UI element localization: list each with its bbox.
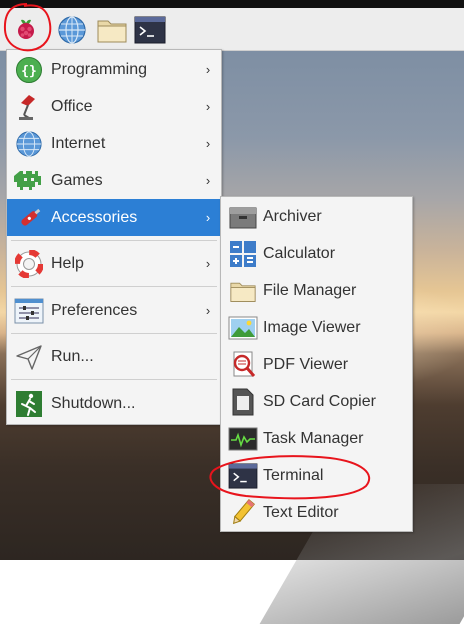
office-icon bbox=[13, 91, 45, 123]
menu-item-help[interactable]: Help › bbox=[7, 245, 221, 282]
calculator-icon bbox=[227, 238, 259, 270]
menu-item-office[interactable]: Office › bbox=[7, 88, 221, 125]
menu-item-task-manager[interactable]: Task Manager bbox=[221, 420, 412, 457]
terminal-icon bbox=[134, 16, 166, 44]
menu-separator bbox=[11, 379, 217, 380]
terminal-icon bbox=[227, 460, 259, 492]
shutdown-icon bbox=[13, 388, 45, 420]
web-browser-button[interactable] bbox=[56, 14, 88, 46]
preferences-icon bbox=[13, 295, 45, 327]
menu-item-calculator[interactable]: Calculator bbox=[221, 235, 412, 272]
submenu-arrow-icon: › bbox=[205, 173, 211, 188]
menu-item-label: Accessories bbox=[51, 208, 138, 226]
menu-item-label: Shutdown... bbox=[51, 394, 136, 412]
submenu-arrow-icon: › bbox=[205, 136, 211, 151]
menu-item-internet[interactable]: Internet › bbox=[7, 125, 221, 162]
archiver-icon bbox=[227, 201, 259, 233]
image-viewer-icon bbox=[227, 312, 259, 344]
menu-item-label: Terminal bbox=[263, 466, 324, 484]
menu-item-label: File Manager bbox=[263, 281, 357, 299]
submenu-arrow-icon: › bbox=[205, 62, 211, 77]
svg-text:{}: {} bbox=[21, 64, 37, 79]
taskbar bbox=[0, 8, 464, 51]
raspberry-icon bbox=[18, 19, 34, 39]
menu-item-archiver[interactable]: Archiver bbox=[221, 198, 412, 235]
text-editor-icon bbox=[227, 497, 259, 529]
menu-item-label: Games bbox=[51, 171, 103, 189]
folder-icon bbox=[97, 20, 127, 43]
menu-item-label: Run... bbox=[51, 347, 94, 365]
menu-item-label: PDF Viewer bbox=[263, 355, 349, 373]
menu-item-image-viewer[interactable]: Image Viewer bbox=[221, 309, 412, 346]
menu-item-label: Internet bbox=[51, 134, 106, 152]
menu-item-programming[interactable]: {} Programming › bbox=[7, 51, 221, 88]
file-manager-button[interactable] bbox=[96, 14, 128, 46]
window-frame-top bbox=[0, 0, 464, 8]
menu-item-label: SD Card Copier bbox=[263, 392, 376, 410]
globe-icon bbox=[13, 128, 45, 160]
run-icon bbox=[13, 341, 45, 373]
menu-item-label: Preferences bbox=[51, 301, 138, 319]
menu-item-pdf-viewer[interactable]: PDF Viewer bbox=[221, 346, 412, 383]
submenu-arrow-icon: › bbox=[205, 303, 211, 318]
menu-item-run[interactable]: Run... bbox=[7, 338, 221, 375]
accessories-icon bbox=[13, 202, 45, 234]
menu-item-label: Image Viewer bbox=[263, 318, 361, 336]
lifebuoy-icon bbox=[13, 248, 45, 280]
games-icon bbox=[13, 165, 45, 197]
task-manager-icon bbox=[227, 423, 259, 455]
menu-item-shutdown[interactable]: Shutdown... bbox=[7, 385, 221, 422]
accessories-submenu: Archiver Calculator File Manager Image V… bbox=[220, 196, 413, 532]
globe-icon bbox=[58, 16, 86, 44]
menu-item-sd-card-copier[interactable]: SD Card Copier bbox=[221, 383, 412, 420]
menu-item-label: Calculator bbox=[263, 244, 336, 262]
menu-item-label: Help bbox=[51, 254, 84, 272]
applications-menu: {} Programming › Office › Internet › Gam… bbox=[6, 49, 222, 425]
menu-item-label: Text Editor bbox=[263, 503, 339, 521]
menu-item-accessories[interactable]: Accessories › bbox=[7, 199, 221, 236]
menu-separator bbox=[11, 333, 217, 334]
programming-icon: {} bbox=[13, 54, 45, 86]
menu-item-label: Task Manager bbox=[263, 429, 364, 447]
submenu-arrow-icon: › bbox=[205, 210, 211, 225]
menu-item-file-manager[interactable]: File Manager bbox=[221, 272, 412, 309]
menu-separator bbox=[11, 286, 217, 287]
menu-item-label: Office bbox=[51, 97, 93, 115]
menu-item-label: Archiver bbox=[263, 207, 322, 225]
menu-item-label: Programming bbox=[51, 60, 148, 78]
submenu-arrow-icon: › bbox=[205, 99, 211, 114]
menu-item-preferences[interactable]: Preferences › bbox=[7, 292, 221, 329]
menu-separator bbox=[11, 240, 217, 241]
menu-item-text-editor[interactable]: Text Editor bbox=[221, 494, 412, 531]
folder-icon bbox=[227, 275, 259, 307]
menu-item-games[interactable]: Games › bbox=[7, 162, 221, 199]
submenu-arrow-icon: › bbox=[205, 256, 211, 271]
sd-card-icon bbox=[227, 386, 259, 418]
menu-item-terminal[interactable]: Terminal bbox=[221, 457, 412, 494]
terminal-button[interactable] bbox=[134, 14, 166, 46]
raspberry-menu-button[interactable] bbox=[10, 14, 42, 46]
pdf-viewer-icon bbox=[227, 349, 259, 381]
